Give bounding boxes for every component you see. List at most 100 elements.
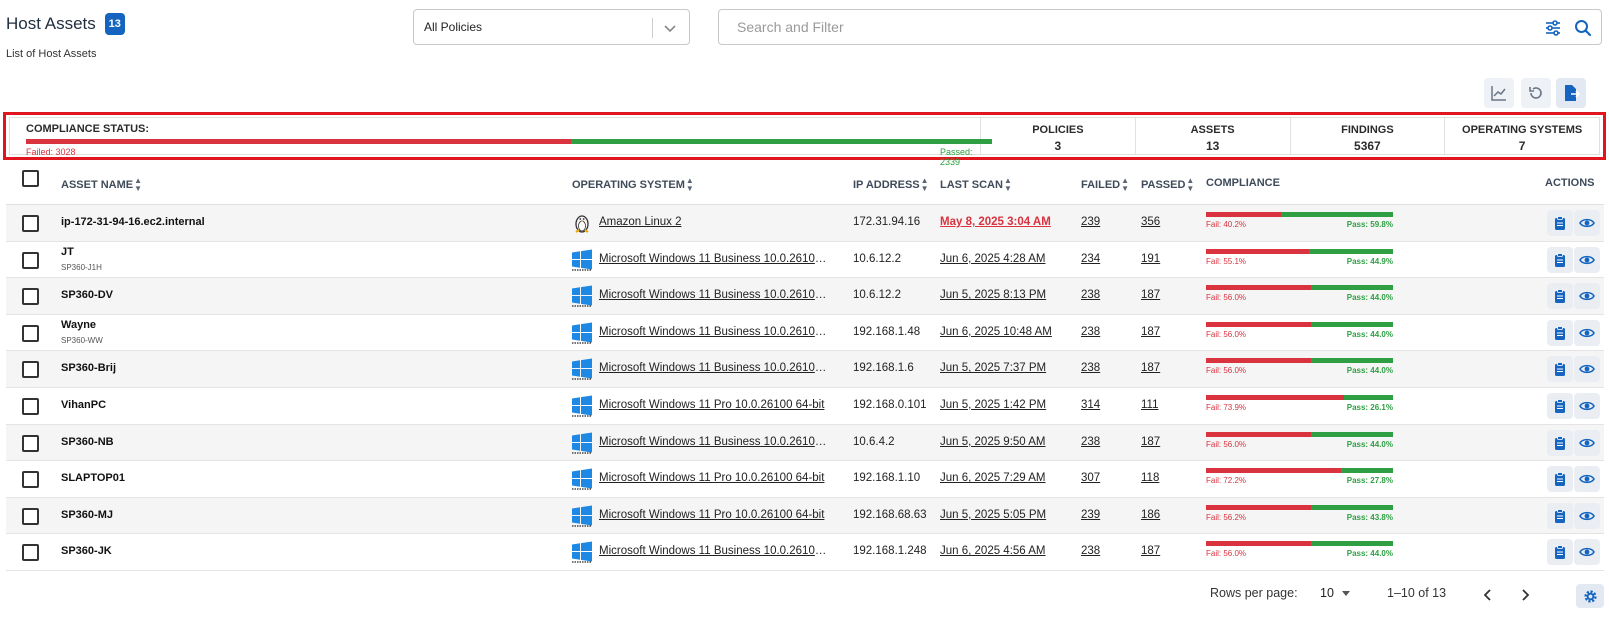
row-checkbox[interactable] [22,507,39,525]
failed-count-link[interactable]: 238 [1081,436,1100,448]
last-scan-link[interactable]: Jun 6, 2025 7:29 AM [940,472,1046,484]
passed-count-link[interactable]: 118 [1141,472,1159,484]
failed-count-link[interactable]: 238 [1081,289,1100,301]
search-input[interactable] [719,19,1499,35]
passed-count-link[interactable]: 187 [1141,436,1160,448]
last-scan-link[interactable]: Jun 6, 2025 4:56 AM [940,545,1046,557]
operating-system-link[interactable]: Microsoft Windows 11 Pro 10.0.26100 64-b… [599,399,827,411]
asset-name[interactable]: Wayne [61,319,96,331]
search-icon[interactable] [1573,18,1593,38]
previous-page-button[interactable] [1478,585,1498,605]
failed-count-link[interactable]: 239 [1081,509,1100,521]
last-scan-link[interactable]: Jun 5, 2025 8:13 PM [940,289,1046,301]
table-row[interactable]: SP360-MJ Microsoft Windows 11 Pro 10.0.26… [6,497,1604,535]
filter-sliders-icon[interactable] [1543,18,1563,38]
failed-count-link[interactable]: 307 [1081,472,1100,484]
failed-count-link[interactable]: 239 [1081,216,1100,228]
operating-system-link[interactable]: Microsoft Windows 11 Business 10.0.26100… [599,545,827,557]
passed-count-link[interactable]: 187 [1141,289,1160,301]
asset-name[interactable]: SP360-Brij [61,362,116,374]
passed-count-link[interactable]: 187 [1141,362,1160,374]
row-checkbox[interactable] [22,288,39,306]
view-button[interactable] [1574,466,1600,493]
report-button[interactable] [1547,502,1573,529]
row-checkbox[interactable] [22,471,39,489]
table-row[interactable]: SLAPTOP01 Microsoft Windows 11 Pro 10.0.2… [6,461,1604,498]
asset-name[interactable]: SP360-JK [61,545,112,557]
operating-system-link[interactable]: Microsoft Windows 11 Business 10.0.26100… [599,436,827,448]
passed-count-link[interactable]: 356 [1141,216,1160,228]
table-row[interactable]: VihanPC Microsoft Windows 11 Pro 10.0.261… [6,388,1604,425]
analytics-button[interactable] [1484,78,1514,108]
rows-per-page-select[interactable]: 10 [1320,586,1350,600]
report-button[interactable] [1547,356,1573,383]
table-row[interactable]: JT SP360-J1H Microsoft Windows 11 Business… [6,242,1604,279]
row-checkbox[interactable] [22,251,39,269]
passed-count-link[interactable]: 186 [1141,509,1160,521]
row-checkbox[interactable] [22,215,39,232]
table-settings-button[interactable] [1576,584,1604,608]
view-button[interactable] [1574,429,1600,456]
last-scan-link[interactable]: Jun 5, 2025 9:50 AM [940,436,1046,448]
passed-count-link[interactable]: 191 [1141,253,1160,265]
failed-count-link[interactable]: 314 [1081,399,1100,411]
view-button[interactable] [1574,319,1600,346]
asset-name[interactable]: SP360-DV [61,289,113,301]
operating-system-link[interactable]: Microsoft Windows 11 Business 10.0.26100… [599,289,827,301]
row-checkbox[interactable] [22,324,39,342]
column-operating-system[interactable]: OPERATING SYSTEM ▲ ▼ [572,177,694,193]
column-passed[interactable]: PASSED ▲ ▼ [1141,177,1194,193]
column-ip-address[interactable]: IP ADDRESS ▲ ▼ [853,177,929,193]
next-page-button[interactable] [1515,585,1535,605]
view-button[interactable] [1574,246,1600,273]
table-row[interactable]: SP360-DV Microsoft Windows 11 Business 10… [6,278,1604,315]
passed-count-link[interactable]: 187 [1141,545,1160,557]
view-button[interactable] [1574,502,1600,529]
operating-system-link[interactable]: Microsoft Windows 11 Pro 10.0.26100 64-b… [599,509,827,521]
table-row[interactable]: Wayne SP360-WW Microsoft Windows 11 Busine… [6,315,1604,352]
asset-name[interactable]: SLAPTOP01 [61,472,125,484]
report-button[interactable] [1547,319,1573,346]
report-button[interactable] [1547,466,1573,493]
failed-count-link[interactable]: 238 [1081,326,1100,338]
row-checkbox[interactable] [22,397,39,415]
operating-system-link[interactable]: Microsoft Windows 11 Business 10.0.26100… [599,253,827,265]
operating-system-link[interactable]: Microsoft Windows 11 Business 10.0.26100… [599,326,827,338]
last-scan-link[interactable]: May 8, 2025 3:04 AM [940,216,1051,228]
report-button[interactable] [1547,429,1573,456]
row-checkbox[interactable] [22,544,39,562]
operating-system-link[interactable]: Microsoft Windows 11 Pro 10.0.26100 64-b… [599,472,827,484]
last-scan-link[interactable]: Jun 6, 2025 10:48 AM [940,326,1052,338]
report-button[interactable] [1547,283,1573,310]
operating-system-link[interactable]: Amazon Linux 2 [599,216,827,228]
last-scan-link[interactable]: Jun 5, 2025 7:37 PM [940,362,1046,374]
chevron-down-icon[interactable] [661,19,679,37]
column-last-scan[interactable]: LAST SCAN ▲ ▼ [940,177,1012,193]
view-button[interactable] [1574,356,1600,383]
table-row[interactable]: ip-172-31-94-16.ec2.internal Amazon Linux… [6,205,1604,242]
asset-name[interactable]: SP360-NB [61,436,114,448]
failed-count-link[interactable]: 238 [1081,362,1100,374]
view-button[interactable] [1574,392,1600,419]
table-row[interactable]: SP360-JK Microsoft Windows 11 Business 10… [6,534,1604,571]
column-asset-name[interactable]: ASSET NAME ▲ ▼ [61,177,142,193]
failed-count-link[interactable]: 234 [1081,253,1100,265]
export-button[interactable] [1556,78,1586,108]
last-scan-link[interactable]: Jun 6, 2025 4:28 AM [940,253,1046,265]
policy-select[interactable]: All Policies [413,9,690,45]
last-scan-link[interactable]: Jun 5, 2025 5:05 PM [940,509,1046,521]
view-button[interactable] [1574,283,1600,310]
asset-name[interactable]: VihanPC [61,399,106,411]
passed-count-link[interactable]: 187 [1141,326,1160,338]
passed-count-link[interactable]: 111 [1141,399,1158,411]
table-row[interactable]: SP360-Brij Microsoft Windows 11 Business … [6,351,1604,388]
failed-count-link[interactable]: 238 [1081,545,1100,557]
asset-name[interactable]: SP360-MJ [61,509,113,521]
asset-name[interactable]: ip-172-31-94-16.ec2.internal [61,216,205,228]
report-button[interactable] [1547,392,1573,419]
view-button[interactable] [1574,210,1600,236]
view-button[interactable] [1574,539,1600,566]
report-button[interactable] [1547,539,1573,566]
row-checkbox[interactable] [22,434,39,452]
operating-system-link[interactable]: Microsoft Windows 11 Business 10.0.26100… [599,362,827,374]
